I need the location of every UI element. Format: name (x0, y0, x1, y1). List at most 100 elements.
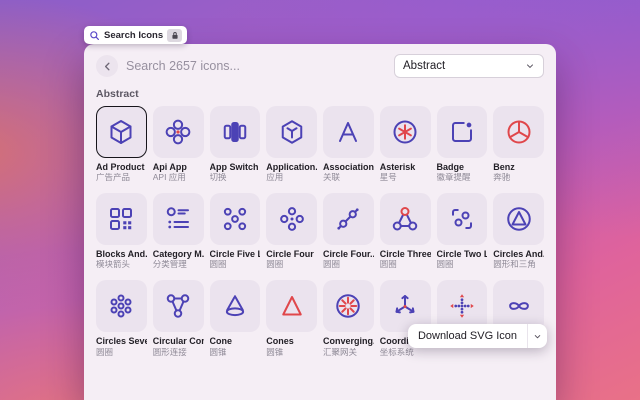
icon-card-blocks-and[interactable]: Blocks And... 模块箭头 (96, 193, 147, 270)
icon-tile[interactable] (153, 280, 204, 332)
icon-sublabel: 圆锥 (210, 348, 261, 358)
category-select[interactable]: Abstract (394, 54, 544, 78)
icon-label: Application... (266, 162, 317, 172)
icon-card-circle-two-line[interactable]: Circle Two L... 圆圈 (437, 193, 488, 270)
icon-card-association[interactable]: Association 关联 (323, 106, 374, 183)
icon-sublabel: 圆圈 (380, 260, 431, 270)
icon-sublabel: 关联 (323, 173, 374, 183)
triangle-in-circle-icon (504, 204, 534, 234)
icon-sublabel: 星号 (380, 173, 431, 183)
chevron-left-icon (101, 60, 114, 73)
icon-label: Ad Product (96, 162, 147, 172)
infinity-icon (504, 291, 534, 321)
icon-label: Circles Seven (96, 336, 147, 346)
diagonal-circles-icon (333, 204, 363, 234)
icon-sublabel: 徽章提醒 (437, 173, 488, 183)
blocks-icon (106, 204, 136, 234)
icon-sublabel: 圆形和三角 (493, 260, 544, 270)
converging-icon (333, 291, 363, 321)
icon-tile[interactable] (96, 106, 147, 158)
icon-label: Circles And... (493, 249, 544, 259)
a-frame-icon (333, 117, 363, 147)
dotted-cross-icon (447, 291, 477, 321)
icon-card-ad-product[interactable]: Ad Product 广告产品 (96, 106, 147, 183)
icon-tile[interactable] (210, 280, 261, 332)
icon-label: Category M... (153, 249, 204, 259)
icon-card-cone[interactable]: Cone 圆锥 (210, 280, 261, 357)
icon-tile[interactable] (96, 193, 147, 245)
icon-card-circle-five[interactable]: Circle Five L... 圆圈 (210, 193, 261, 270)
icon-tile[interactable] (210, 106, 261, 158)
back-button[interactable] (96, 55, 118, 77)
cone-icon (220, 291, 250, 321)
badge-dot-icon (447, 117, 477, 147)
icon-tile[interactable] (323, 193, 374, 245)
hexagon-branch-icon (277, 117, 307, 147)
icon-tile[interactable] (380, 193, 431, 245)
icon-tile[interactable] (323, 106, 374, 158)
icon-label: Association (323, 162, 374, 172)
icon-tile[interactable] (493, 193, 544, 245)
icon-card-api-app[interactable]: Api App API 应用 (153, 106, 204, 183)
icon-card-category-management[interactable]: Category M... 分类管理 (153, 193, 204, 270)
icon-card-badge[interactable]: Badge 徽章提醒 (437, 106, 488, 183)
icon-sublabel: 圆圈 (210, 260, 261, 270)
icon-label: Cone (210, 336, 261, 346)
icon-sublabel: 广告产品 (96, 173, 147, 183)
icon-label: Converging... (323, 336, 374, 346)
icon-sublabel: 圆圈 (96, 348, 147, 358)
icon-tile[interactable] (153, 106, 204, 158)
icon-tile[interactable] (266, 106, 317, 158)
four-circles-flower-icon (277, 204, 307, 234)
icon-card-asterisk[interactable]: Asterisk 星号 (380, 106, 431, 183)
icon-tile[interactable] (323, 280, 374, 332)
download-svg-button[interactable]: Download SVG Icon (408, 324, 527, 348)
window-tab-title: Search Icons (104, 30, 163, 41)
icon-card-circle-four-line[interactable]: Circle Four... 圆圈 (323, 193, 374, 270)
icon-tile[interactable] (380, 106, 431, 158)
icon-card-circle-four[interactable]: Circle Four 圆圈 (266, 193, 317, 270)
red-triangle-icon (277, 291, 307, 321)
icon-tile[interactable] (493, 106, 544, 158)
icon-tile[interactable] (153, 193, 204, 245)
axes-icon (390, 291, 420, 321)
icon-card-converging[interactable]: Converging... 汇聚网关 (323, 280, 374, 357)
icon-card-circles-seven[interactable]: Circles Seven 圆圈 (96, 280, 147, 357)
icon-card-app-switch[interactable]: App Switch 切换 (210, 106, 261, 183)
icon-card-cones[interactable]: Cones 圆锥 (266, 280, 317, 357)
icon-sublabel: 切换 (210, 173, 261, 183)
chevron-down-icon (525, 61, 535, 71)
five-circles-icon (220, 204, 250, 234)
icon-sublabel: 应用 (266, 173, 317, 183)
icon-sublabel: 圆锥 (266, 348, 317, 358)
icon-label: Api App (153, 162, 204, 172)
icon-tile[interactable] (96, 280, 147, 332)
benz-icon (504, 117, 534, 147)
icon-card-circles-and-triangle[interactable]: Circles And... 圆形和三角 (493, 193, 544, 270)
icon-tile[interactable] (266, 193, 317, 245)
icon-card-circle-three[interactable]: Circle Three 圆圈 (380, 193, 431, 270)
icon-sublabel: 奔驰 (493, 173, 544, 183)
icon-label: Circle Four (266, 249, 317, 259)
icon-label: Circular Con... (153, 336, 204, 346)
icon-card-benz[interactable]: Benz 奔驰 (493, 106, 544, 183)
icon-card-circular-connection[interactable]: Circular Con... 圆形连接 (153, 280, 204, 357)
icon-tile[interactable] (210, 193, 261, 245)
icon-sublabel: API 应用 (153, 173, 204, 183)
window-tab[interactable]: Search Icons (84, 26, 187, 44)
clover-icon (163, 117, 193, 147)
lock-icon (167, 29, 182, 42)
search-input[interactable] (126, 57, 386, 75)
section-title: Abstract (96, 88, 544, 100)
icon-tile[interactable] (437, 193, 488, 245)
icon-label: Badge (437, 162, 488, 172)
seven-circles-icon (106, 291, 136, 321)
download-options-button[interactable] (527, 324, 547, 348)
icon-tile[interactable] (266, 280, 317, 332)
connected-circles-icon (163, 291, 193, 321)
icon-label: App Switch (210, 162, 261, 172)
icon-card-application[interactable]: Application... 应用 (266, 106, 317, 183)
icon-tile[interactable] (437, 106, 488, 158)
download-split-button: Download SVG Icon (408, 324, 547, 348)
icon-sublabel: 圆形连接 (153, 348, 204, 358)
